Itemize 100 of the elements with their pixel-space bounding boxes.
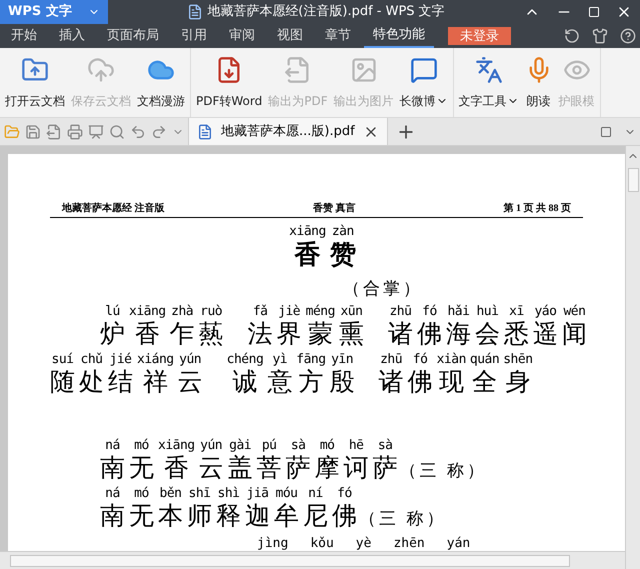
hanzi: 会 <box>474 320 500 350</box>
shirt-icon[interactable] <box>592 28 608 44</box>
pinyin: xūn <box>340 304 362 320</box>
hanzi: 现 <box>438 368 464 398</box>
note-text: （三 称） <box>359 508 446 530</box>
menu-tab[interactable]: 插入 <box>50 24 94 48</box>
document-tab[interactable]: 地藏菩萨本愿...版).pdf <box>188 118 388 145</box>
pinyin: jìng <box>257 536 288 551</box>
hanzi: 云 <box>178 368 203 398</box>
pinyin: zhēn <box>393 536 425 551</box>
hanzi: 界 <box>276 320 302 350</box>
pinyin: xiáng <box>137 352 174 368</box>
ribbon-button[interactable]: 朗读 <box>522 56 556 110</box>
window-icon[interactable] <box>600 126 612 138</box>
hanzi: 悉 <box>504 320 529 350</box>
hanzi: 结 <box>108 368 133 398</box>
hanzi: 牟 <box>274 502 299 532</box>
ribbon-button[interactable]: 文字工具 <box>456 56 522 110</box>
hanzi: 师 <box>187 502 212 532</box>
scroll-thumb[interactable] <box>628 168 638 192</box>
hanzi: 全 <box>472 368 498 398</box>
hanzi: 祥 <box>142 368 168 398</box>
hanzi: 海 <box>446 320 471 350</box>
hanzi: 无 <box>129 502 154 532</box>
pinyin: chéng <box>226 352 264 368</box>
ribbon-button[interactable]: 长微博 <box>396 56 451 110</box>
hanzi: 赞 <box>330 240 356 270</box>
sync-icon[interactable] <box>564 28 580 44</box>
hanzi: 香 <box>164 454 189 484</box>
pinyin: huì <box>476 304 498 320</box>
app-menu-button[interactable]: WPS 文字 <box>0 0 108 24</box>
menu-tab[interactable]: 页面布局 <box>98 24 168 48</box>
vertical-scrollbar[interactable] <box>625 146 640 569</box>
pinyin: yīn <box>331 352 354 368</box>
hanzi: 殷 <box>330 368 355 398</box>
hanzi: 南 <box>100 454 125 484</box>
pinyin: yún <box>179 352 202 368</box>
folder-icon <box>21 56 49 84</box>
ribbon-button[interactable]: 文档漫游 <box>134 56 188 110</box>
pinyin: lú <box>105 304 120 320</box>
hanzi: 乍 <box>170 320 195 350</box>
search-icon[interactable] <box>109 124 125 140</box>
pinyin: mó <box>134 486 149 502</box>
image-icon <box>350 56 378 84</box>
save-icon[interactable] <box>25 124 41 140</box>
menu-tab[interactable]: 审阅 <box>220 24 264 48</box>
undo-icon[interactable] <box>130 124 146 140</box>
pinyin: pú <box>262 438 276 454</box>
menu-tab[interactable]: 视图 <box>268 24 312 48</box>
hanzi: 诸 <box>378 368 404 398</box>
menu-tab[interactable]: 开始 <box>2 24 46 48</box>
hanzi: 熏 <box>338 320 364 350</box>
menu-tab[interactable]: 引用 <box>172 24 216 48</box>
ribbon-button[interactable]: PDF转Word <box>193 56 266 110</box>
pinyin: běn <box>160 486 182 502</box>
pinyin: xiàn <box>436 352 466 368</box>
pinyin: yáo <box>534 304 556 320</box>
hanzi: 香 <box>294 240 320 270</box>
hanzi: 菩 <box>256 454 282 484</box>
hanzi: 释 <box>216 502 241 532</box>
hanzi: 无 <box>129 454 154 484</box>
hanzi: 云 <box>198 454 224 484</box>
pinyin: quán <box>470 352 500 368</box>
hanzi: 闻 <box>562 320 587 350</box>
menu-tab[interactable]: 章节 <box>316 24 360 48</box>
help-icon[interactable] <box>620 28 636 44</box>
cloud-upload-icon <box>87 56 115 84</box>
page-header: 香赞 真言 <box>312 201 356 216</box>
hanzi: 爇 <box>198 320 224 350</box>
hanzi: 盖 <box>228 454 253 484</box>
pinyin: yì <box>272 352 288 368</box>
hanzi: 萨 <box>372 454 398 484</box>
pinyin: shēn <box>503 352 533 368</box>
redo-icon[interactable] <box>151 124 167 140</box>
pinyin: fǎ <box>252 304 268 320</box>
pinyin: hē <box>348 438 364 454</box>
tab-label: 地藏菩萨本愿...版).pdf <box>221 122 355 141</box>
horizontal-scrollbar[interactable] <box>0 551 625 569</box>
pinyin: fó <box>422 304 437 320</box>
pinyin: fó <box>412 352 428 368</box>
hanzi: 诃 <box>344 454 369 484</box>
open-folder-icon[interactable] <box>4 124 20 140</box>
pinyin: jié <box>110 352 132 368</box>
pinyin: mó <box>134 438 149 454</box>
pinyin: shī <box>188 486 210 502</box>
hanzi: 迦 <box>245 502 270 532</box>
pinyin: suí <box>52 352 74 368</box>
hanzi: 处 <box>79 368 104 398</box>
ribbon-button[interactable]: 打开云文档 <box>2 56 68 110</box>
pinyin: xī <box>509 304 524 320</box>
hanzi: 尼 <box>303 502 328 532</box>
maximize-icon[interactable] <box>588 6 600 18</box>
pinyin: gài <box>229 438 252 454</box>
window-title: 地藏菩萨本愿经(注音版).pdf - WPS 文字 <box>207 3 445 22</box>
export-icon[interactable] <box>46 124 62 140</box>
scroll-thumb[interactable] <box>10 554 570 566</box>
printer-icon[interactable] <box>67 124 83 140</box>
pinyin: chǔ <box>80 352 102 368</box>
chat-icon <box>410 56 438 84</box>
hanzi: 佛 <box>332 502 357 532</box>
